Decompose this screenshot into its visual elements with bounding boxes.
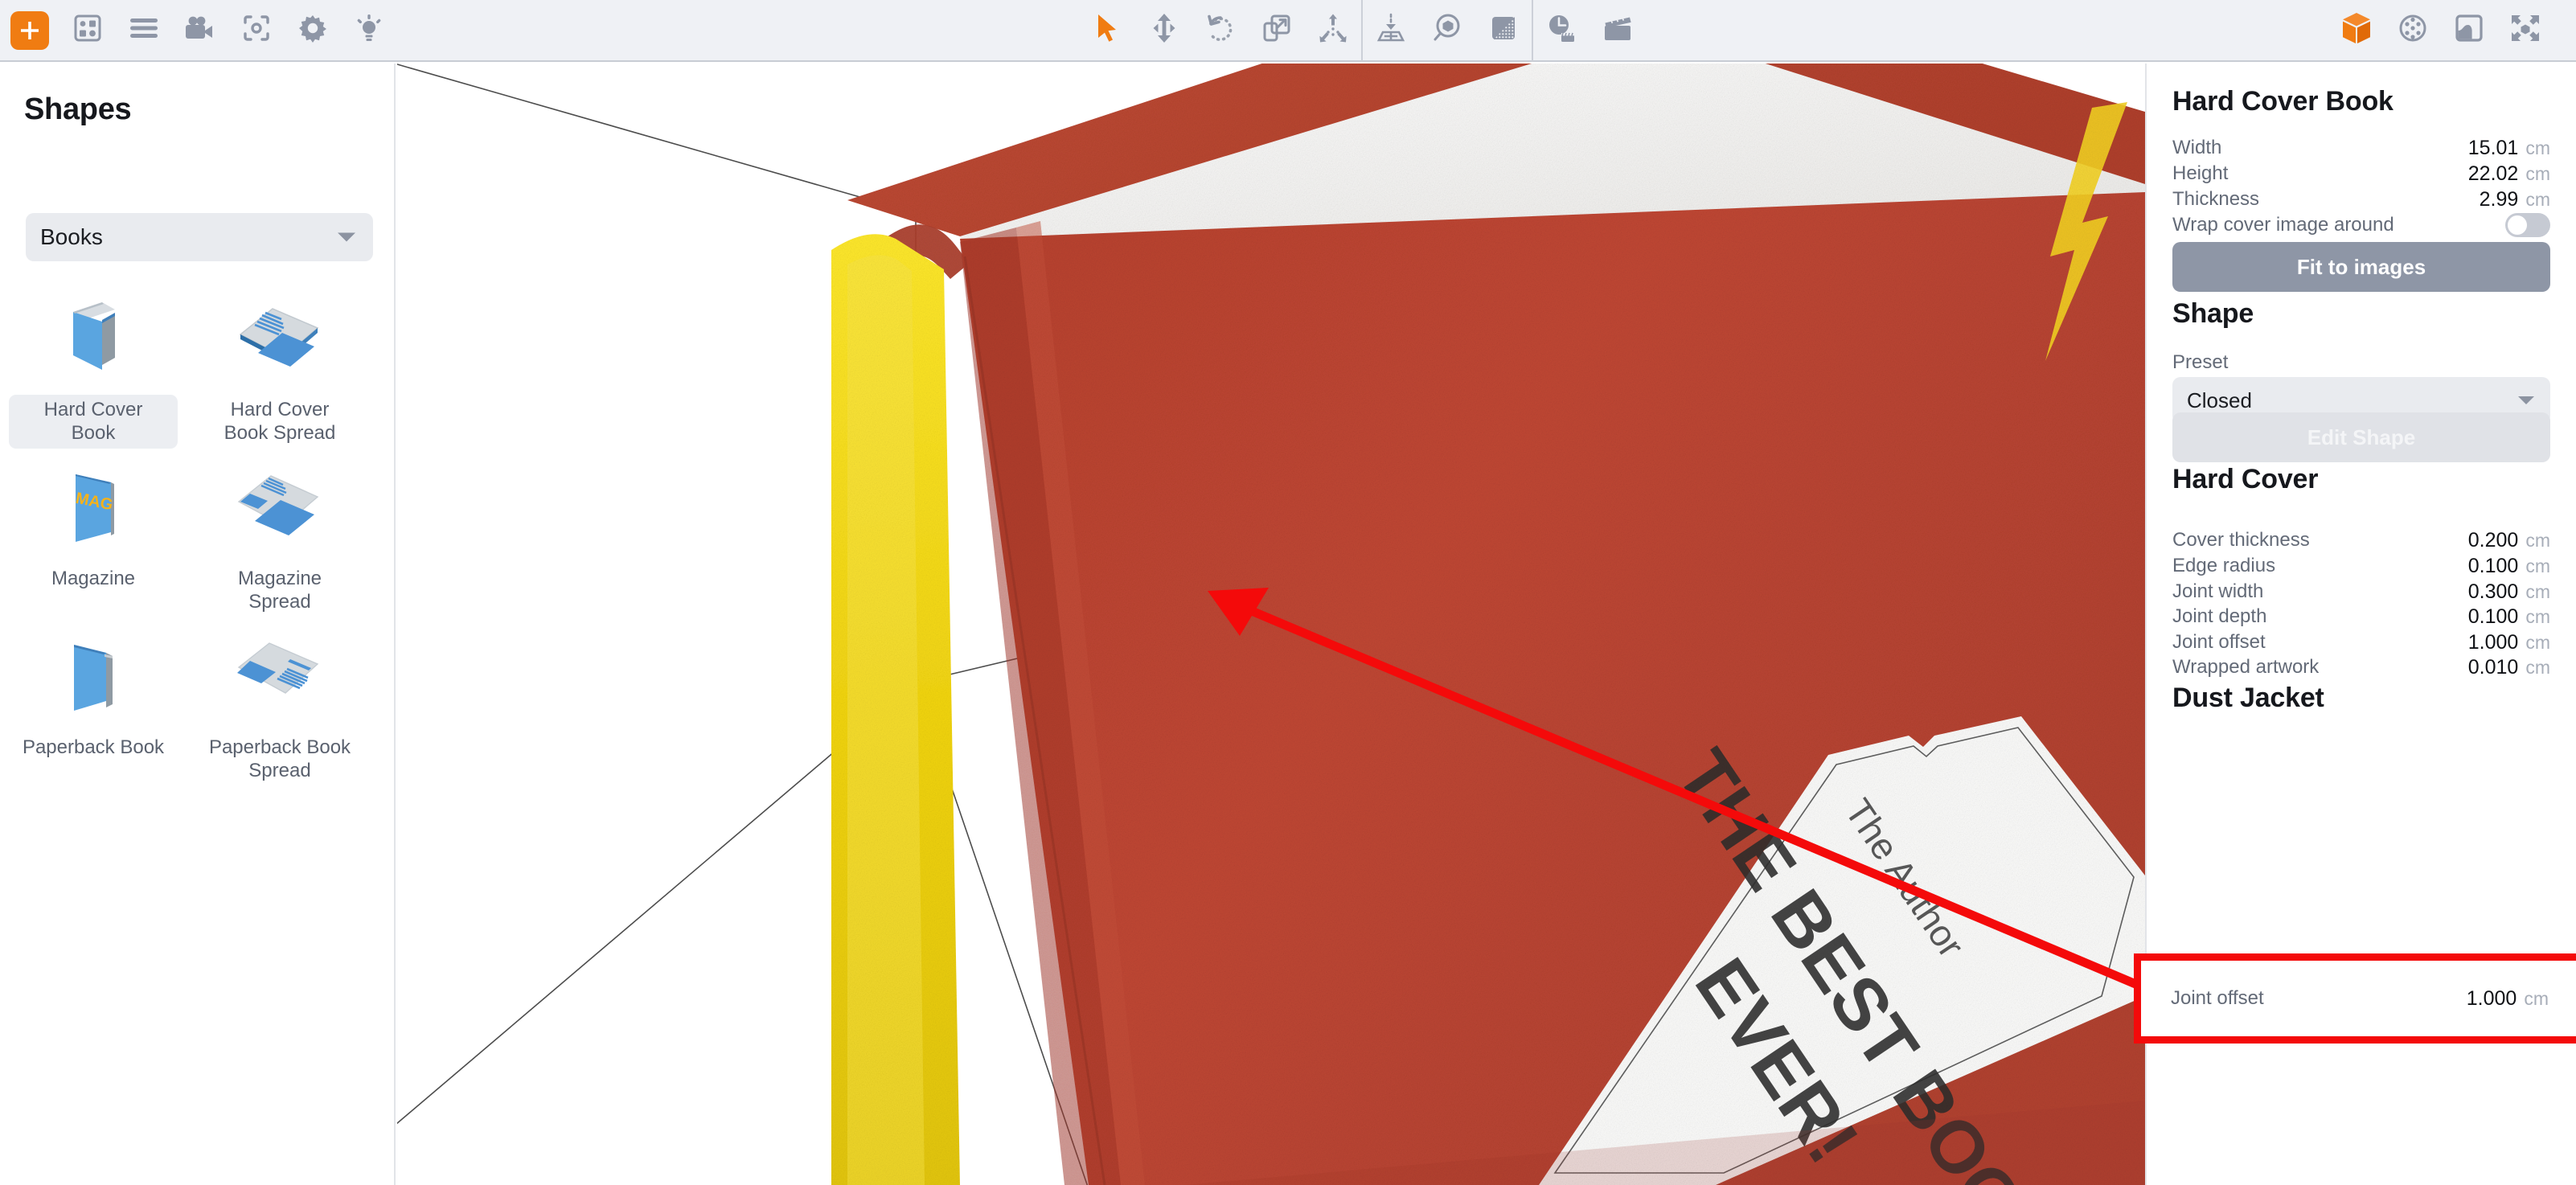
gear-icon xyxy=(297,13,328,47)
menu-button[interactable] xyxy=(116,6,172,55)
hard-cover-book-thumb xyxy=(42,289,145,387)
toggle-knob xyxy=(2508,215,2527,235)
toolbar-right-group xyxy=(2328,0,2576,61)
hard-cover-book-spread-thumb xyxy=(228,289,331,387)
lightbulb-icon xyxy=(354,13,384,47)
property-unit: cm xyxy=(2525,656,2550,678)
hardcover-section-title: Hard Cover xyxy=(2172,464,2319,494)
property-value-group: 0.010 cm xyxy=(2468,656,2550,679)
shapes-sidebar: Shapes Books Hard Cover Book Hard Cover … xyxy=(0,64,396,1185)
grid-panel-icon xyxy=(72,13,103,47)
property-row-wrapped-artwork[interactable]: Wrapped artwork 0.010 cm xyxy=(2172,649,2550,686)
rotate-ccw-icon xyxy=(1205,13,1236,47)
preset-label: Preset xyxy=(2172,351,2229,373)
shape-item-label: Hard Cover Book Spread xyxy=(224,399,336,445)
material-tool[interactable] xyxy=(1475,6,1532,55)
hamburger-menu-icon xyxy=(129,17,158,43)
toolbar-transform-group xyxy=(1080,0,1361,61)
plus-icon xyxy=(10,10,49,50)
timeline-tool[interactable] xyxy=(1533,6,1589,55)
library-button[interactable] xyxy=(59,6,116,55)
inspect-tool[interactable] xyxy=(1419,6,1475,55)
clapperboard-icon xyxy=(1602,14,1634,46)
explode-arrows-icon xyxy=(1318,13,1348,47)
toolbar-left-group xyxy=(0,0,397,61)
shape-item-label: Hard Cover Book xyxy=(9,395,178,449)
shape-item-magazine-spread[interactable]: Magazine Spread xyxy=(187,449,373,618)
video-camera-icon xyxy=(184,15,216,45)
drop-to-ground-icon xyxy=(1375,13,1407,47)
settings-button[interactable] xyxy=(285,6,341,55)
shape-section-title: Shape xyxy=(2172,298,2254,329)
move-arrows-icon xyxy=(1151,13,1178,47)
cube-orange-icon xyxy=(2340,11,2373,49)
paperback-book-spread-thumb xyxy=(228,626,331,724)
shape-item-label: Paperback Book Spread xyxy=(208,736,351,782)
preset-value: Closed xyxy=(2187,387,2252,412)
drop-to-floor-tool[interactable] xyxy=(1363,6,1419,55)
toolbar-spacer-left xyxy=(397,30,1080,31)
magazine-spread-thumb xyxy=(228,457,331,556)
shape-item-hard-cover-book-spread[interactable]: Hard Cover Book Spread xyxy=(187,281,373,449)
shape-item-label: Magazine xyxy=(51,568,136,589)
dustjacket-section-title: Dust Jacket xyxy=(2172,683,2324,713)
edit-shape-button: Edit Shape xyxy=(2172,412,2550,462)
property-label: Wrapped artwork xyxy=(2172,656,2320,678)
clock-clapper-icon xyxy=(1546,13,1577,47)
toolbar-render-group xyxy=(1533,0,1646,61)
animation-button[interactable] xyxy=(172,6,228,55)
magazine-thumb: MAG xyxy=(42,457,145,556)
book-render: The Author THE BEST BOOK EVER! xyxy=(397,64,2145,1185)
property-label: Wrap cover image around xyxy=(2172,214,2394,236)
properties-panel: Hard Cover Book Width 15.01 cm Height 22.… xyxy=(2145,64,2576,1185)
scale-corner-icon xyxy=(1261,13,1292,47)
shape-category-select[interactable]: Books xyxy=(26,213,373,261)
page-title: Shapes xyxy=(24,92,132,126)
shape-item-hard-cover-book[interactable]: Hard Cover Book xyxy=(0,281,187,449)
image-corner-icon xyxy=(2454,14,2484,47)
property-value: 0.010 xyxy=(2467,655,2519,679)
rotate-tool[interactable] xyxy=(1192,6,1249,55)
shape-item-magazine[interactable]: MAG Magazine xyxy=(0,449,187,618)
sphere-dots-icon xyxy=(2398,13,2428,47)
shape-item-paperback-book[interactable]: Paperback Book xyxy=(0,618,187,787)
focus-frame-icon xyxy=(241,13,272,47)
select-tool[interactable] xyxy=(1080,6,1136,55)
object-title: Hard Cover Book xyxy=(2172,86,2393,117)
capture-button[interactable] xyxy=(228,6,285,55)
magnify-cube-icon xyxy=(1432,13,1462,47)
top-toolbar xyxy=(0,0,2576,62)
shape-item-label: Paperback Book xyxy=(22,736,165,758)
fit-to-images-button[interactable]: Fit to images xyxy=(2172,242,2550,292)
book-edge-highlight xyxy=(847,255,925,1185)
toolbar-placement-group xyxy=(1363,0,1532,61)
paperback-book-thumb xyxy=(42,626,145,724)
viewport-3d[interactable]: The Author THE BEST BOOK EVER! xyxy=(397,64,2145,1185)
image-button[interactable] xyxy=(2441,6,2497,55)
wrap-cover-toggle[interactable] xyxy=(2505,213,2550,237)
shape-item-label: Magazine Spread xyxy=(237,568,322,613)
shapes-view-button[interactable] xyxy=(2328,6,2385,55)
render-video-tool[interactable] xyxy=(1589,6,1646,55)
toolbar-spacer-right xyxy=(1646,30,2328,31)
chevron-down-icon xyxy=(2518,396,2534,404)
lighting-button[interactable] xyxy=(341,6,397,55)
move-tool[interactable] xyxy=(1136,6,1192,55)
explode-tool[interactable] xyxy=(1305,6,1361,55)
add-button[interactable] xyxy=(0,6,59,55)
chevron-down-icon xyxy=(338,232,355,242)
material-swatch-icon xyxy=(1489,14,1518,47)
scale-tool[interactable] xyxy=(1249,6,1305,55)
property-row-wrap-cover[interactable]: Wrap cover image around xyxy=(2172,207,2550,244)
fit-view-button[interactable] xyxy=(2497,6,2553,55)
shape-item-paperback-book-spread[interactable]: Paperback Book Spread xyxy=(187,618,373,787)
cursor-arrow-icon xyxy=(1094,13,1122,47)
shape-grid: Hard Cover Book Hard Cover Book Spread M… xyxy=(0,281,394,787)
environment-button[interactable] xyxy=(2385,6,2441,55)
shape-category-value: Books xyxy=(40,224,103,249)
expand-cube-icon xyxy=(2509,13,2541,47)
